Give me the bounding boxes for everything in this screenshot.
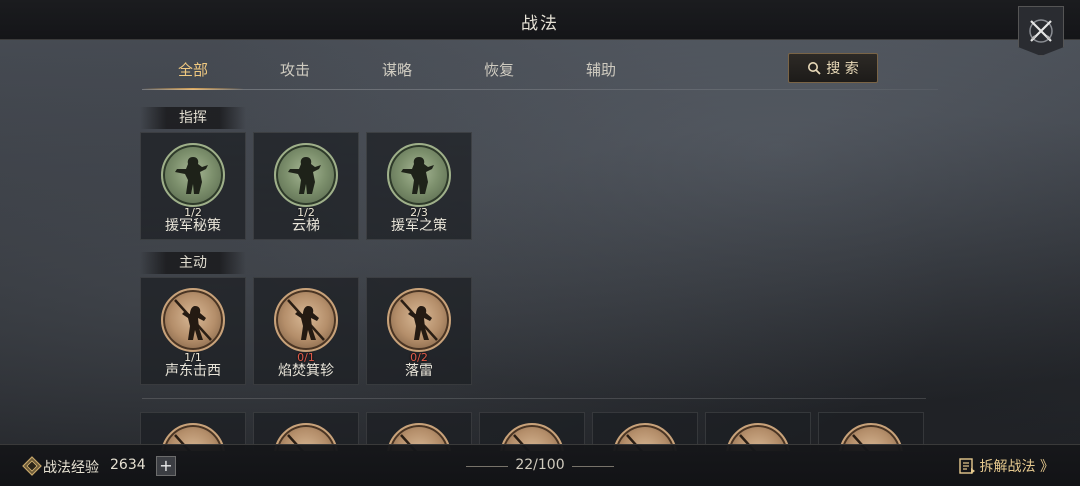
tactic-card[interactable]: 0/1 焰焚箕轸 xyxy=(253,277,359,385)
general-silhouette-icon xyxy=(175,157,208,194)
tactic-medal: 0/2 xyxy=(387,288,451,364)
section-label-active: 主动 xyxy=(140,252,246,274)
spearman-silhouette-icon xyxy=(174,299,212,341)
tab-all[interactable]: 全部 xyxy=(142,52,244,90)
tactic-medal: 0/1 xyxy=(274,288,338,364)
title-bar: 战法 xyxy=(0,0,1080,40)
page-title: 战法 xyxy=(521,14,559,34)
section-label-command: 指挥 xyxy=(140,107,246,129)
scroll-list-icon xyxy=(958,458,975,474)
crossed-swords-icon xyxy=(1029,19,1053,43)
tactic-card[interactable]: 2/3 援军之策 xyxy=(366,132,472,240)
tactic-name: 焰焚箕轸 xyxy=(278,363,334,379)
search-button-label: 搜 索 xyxy=(826,61,859,77)
tactic-name: 声东击西 xyxy=(165,363,221,379)
search-button[interactable]: 搜 索 xyxy=(788,53,878,83)
tactic-medal: 1/2 xyxy=(161,143,225,219)
tactic-name: 落雷 xyxy=(405,363,433,379)
spearman-silhouette-icon xyxy=(400,299,438,341)
tactic-card[interactable]: 0/2 落雷 xyxy=(366,277,472,385)
tactic-medal: 1/2 xyxy=(274,143,338,219)
tactic-name: 援军秘策 xyxy=(165,218,221,234)
decompose-tactic-button[interactable]: 拆解战法 》 xyxy=(958,456,1054,476)
tactic-medal: 1/1 xyxy=(161,288,225,364)
spearman-silhouette-icon xyxy=(287,299,325,341)
tab-assist[interactable]: 辅助 xyxy=(550,52,652,88)
tactic-count-total: 22/100 xyxy=(515,457,565,473)
tab-underline-divider xyxy=(142,89,938,90)
tactic-card[interactable]: 1/2 援军秘策 xyxy=(140,132,246,240)
tactic-name: 云梯 xyxy=(292,218,320,234)
search-icon xyxy=(808,62,821,75)
tab-attack[interactable]: 攻击 xyxy=(244,52,346,88)
tab-recover[interactable]: 恢复 xyxy=(448,52,550,88)
general-silhouette-icon xyxy=(288,157,321,194)
close-button[interactable] xyxy=(1018,6,1064,56)
bottom-bar: 战法经验 2634 + 22/100 拆解战法 》 xyxy=(0,444,1080,486)
tactic-card[interactable]: 1/1 声东击西 xyxy=(140,277,246,385)
general-silhouette-icon xyxy=(401,157,434,194)
tactic-medal: 2/3 xyxy=(387,143,451,219)
tactic-name: 援军之策 xyxy=(391,218,447,234)
tab-strategy[interactable]: 谋略 xyxy=(346,52,448,88)
page-count-line-right xyxy=(572,466,614,467)
tactic-card[interactable]: 1/2 云梯 xyxy=(253,132,359,240)
decompose-label: 拆解战法 》 xyxy=(979,459,1054,475)
section-divider xyxy=(142,398,926,399)
